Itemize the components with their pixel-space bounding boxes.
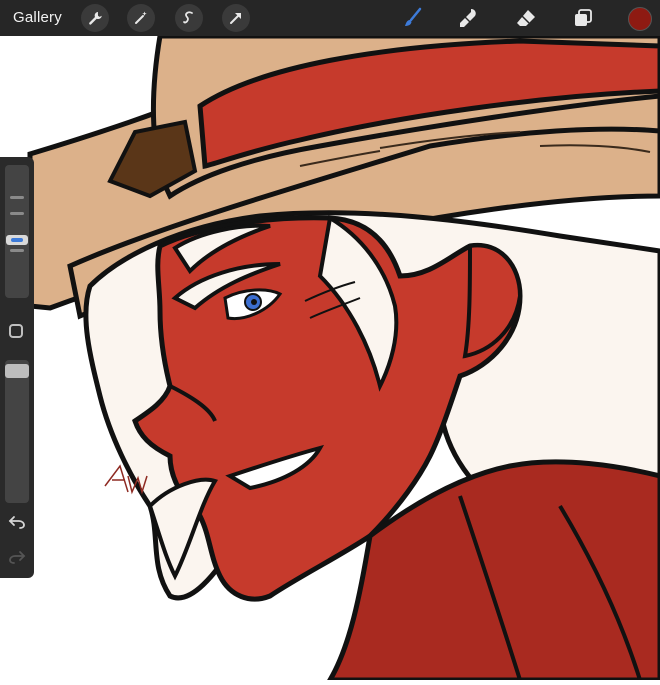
modify-square-icon[interactable] xyxy=(9,324,23,338)
transform-arrow-icon[interactable] xyxy=(222,4,250,32)
brush-icon[interactable] xyxy=(400,5,426,31)
opacity-slider[interactable] xyxy=(5,360,29,503)
top-toolbar: Gallery xyxy=(0,0,660,36)
left-sidebar xyxy=(0,157,34,578)
size-tick xyxy=(10,196,24,199)
selection-icon[interactable] xyxy=(175,4,203,32)
eraser-icon[interactable] xyxy=(513,5,539,31)
opacity-handle[interactable] xyxy=(5,364,29,378)
gallery-button[interactable]: Gallery xyxy=(13,9,62,26)
wrench-icon[interactable] xyxy=(81,4,109,32)
brush-size-indicator xyxy=(11,238,23,242)
artwork-illustration xyxy=(0,33,660,683)
magic-wand-icon[interactable] xyxy=(127,4,155,32)
brush-size-slider[interactable] xyxy=(5,165,29,298)
color-picker-button[interactable] xyxy=(628,7,652,31)
size-tick xyxy=(10,249,24,252)
smudge-icon[interactable] xyxy=(456,5,482,31)
size-tick xyxy=(10,212,24,215)
redo-icon[interactable] xyxy=(8,549,26,565)
drawing-canvas[interactable] xyxy=(0,33,660,683)
layers-icon[interactable] xyxy=(570,5,596,31)
brush-size-handle[interactable] xyxy=(6,235,28,245)
undo-icon[interactable] xyxy=(8,514,26,530)
